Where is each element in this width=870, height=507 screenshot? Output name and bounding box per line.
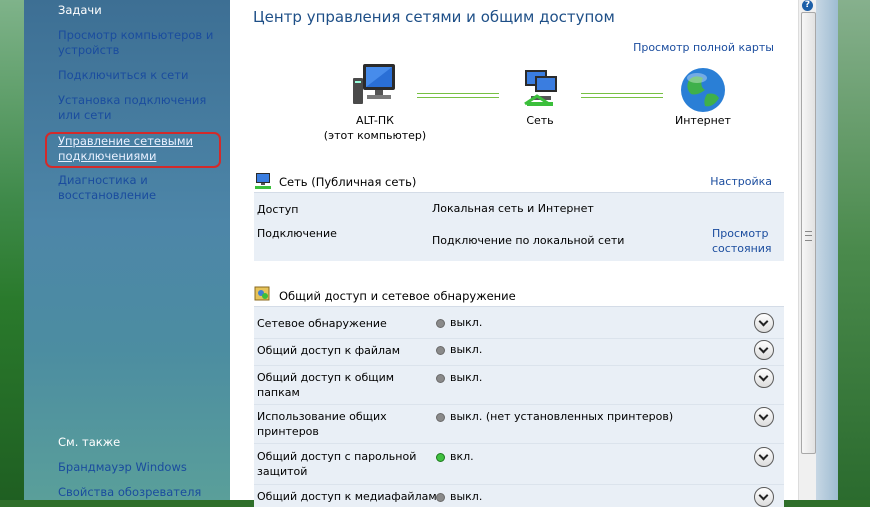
- connection-line-network-internet: [581, 93, 663, 98]
- see-also-heading: См. также: [58, 435, 121, 449]
- sharing-row-status: выкл.: [450, 343, 483, 356]
- page-title: Центр управления сетями и общим доступом: [253, 8, 615, 26]
- status-indicator-off: [436, 493, 445, 502]
- connection-value: Подключение по локальной сети: [432, 234, 625, 247]
- sharing-row-status: выкл.: [450, 490, 483, 503]
- row-divider: [254, 365, 784, 366]
- control-panel-window: Задачи Просмотр компьютеров и устройств …: [24, 0, 838, 507]
- sidebar-item-view-computers[interactable]: Просмотр компьютеров и устройств: [58, 28, 228, 58]
- network-section-title: Сеть (Публичная сеть): [279, 175, 417, 189]
- status-indicator-off: [436, 413, 445, 422]
- status-indicator-off: [436, 374, 445, 383]
- computer-name-label: ALT-ПК: [356, 114, 394, 127]
- expand-chevron-icon[interactable]: [754, 487, 774, 507]
- sharing-row-status: вкл.: [450, 450, 474, 463]
- sharing-row-label: Сетевое обнаружение: [257, 317, 387, 330]
- sidebar-item-internet-options[interactable]: Свойства обозревателя: [58, 485, 228, 500]
- access-value: Локальная сеть и Интернет: [432, 202, 594, 215]
- desktop-background-right: [838, 0, 870, 500]
- expand-chevron-icon[interactable]: [754, 447, 774, 467]
- expand-chevron-icon[interactable]: [754, 368, 774, 388]
- view-full-map-link[interactable]: Просмотр полной карты: [633, 41, 774, 54]
- connection-line-computer-network: [417, 93, 499, 98]
- sharing-row-label: Общий доступ с парольной защитой: [257, 450, 417, 478]
- sidebar-item-windows-firewall[interactable]: Брандмауэр Windows: [58, 460, 228, 475]
- sharing-row-label: Использование общих принтеров: [257, 410, 387, 438]
- row-divider: [254, 338, 784, 339]
- row-divider: [254, 443, 784, 444]
- sharing-options-panel: Сетевое обнаружение выкл. Общий доступ к…: [254, 306, 784, 507]
- row-divider: [254, 484, 784, 485]
- network-details-panel: Доступ Локальная сеть и Интернет Подключ…: [254, 192, 784, 261]
- vertical-scrollbar[interactable]: [798, 0, 817, 500]
- task-sidebar: Задачи Просмотр компьютеров и устройств …: [24, 0, 230, 500]
- expand-chevron-icon[interactable]: [754, 313, 774, 333]
- internet-label: Интернет: [675, 114, 731, 127]
- computer-sub-label: (этот компьютер): [323, 129, 427, 142]
- sidebar-item-connect-network[interactable]: Подключиться к сети: [58, 68, 228, 83]
- scrollbar-grip-icon: [805, 231, 812, 241]
- desktop-background: [0, 0, 24, 500]
- scrollbar-thumb[interactable]: [801, 12, 816, 454]
- view-status-link[interactable]: Просмотр состояния: [712, 226, 782, 256]
- sharing-row-status: выкл.: [450, 316, 483, 329]
- window-frame-border: [816, 0, 838, 500]
- sharing-icon: [254, 285, 272, 303]
- tasks-heading: Задачи: [58, 3, 102, 17]
- sharing-row-label: Общий доступ к файлам: [257, 344, 401, 357]
- status-indicator-off: [436, 346, 445, 355]
- sharing-row-label: Общий доступ к общим папкам: [257, 371, 395, 399]
- sharing-section-title: Общий доступ и сетевое обнаружение: [279, 289, 516, 303]
- expand-chevron-icon[interactable]: [754, 340, 774, 360]
- sharing-row-status: выкл.: [450, 371, 483, 384]
- sharing-row-status: выкл. (нет установленных принтеров): [450, 410, 674, 423]
- sharing-row-label: Общий доступ к медиафайлам: [257, 490, 437, 503]
- sidebar-item-manage-connections[interactable]: Управление сетевыми подключениями: [58, 134, 228, 164]
- internet-globe-icon[interactable]: [679, 66, 727, 114]
- sidebar-item-setup-connection[interactable]: Установка подключения или сети: [58, 93, 228, 123]
- network-settings-link[interactable]: Настройка: [710, 175, 772, 188]
- network-icon[interactable]: [519, 66, 563, 110]
- access-label: Доступ: [257, 203, 299, 216]
- main-content: Центр управления сетями и общим доступом…: [230, 0, 798, 507]
- sidebar-item-diagnose-repair[interactable]: Диагностика и восстановление: [58, 173, 228, 203]
- connection-label: Подключение: [257, 227, 337, 240]
- network-icon-small: [254, 172, 274, 190]
- status-indicator-on: [436, 453, 445, 462]
- expand-chevron-icon[interactable]: [754, 407, 774, 427]
- help-icon[interactable]: ?: [802, 0, 813, 11]
- computer-icon[interactable]: [353, 62, 401, 108]
- status-indicator-off: [436, 319, 445, 328]
- network-label: Сеть: [526, 114, 554, 127]
- row-divider: [254, 404, 784, 405]
